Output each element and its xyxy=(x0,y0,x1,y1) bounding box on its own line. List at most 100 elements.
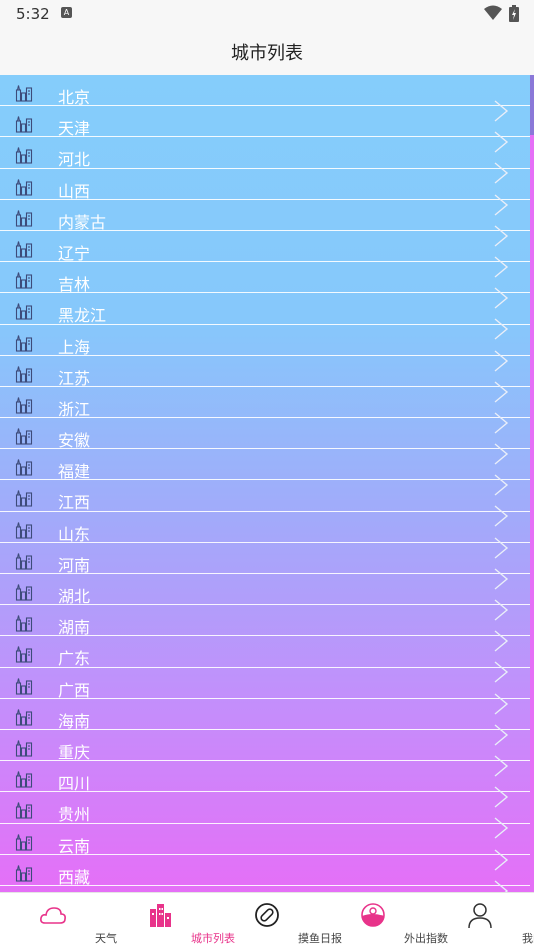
city-list[interactable]: 北京天津河北山西内蒙古辽宁吉林黑龙江上海江苏浙江安徽福建江西山东河南湖北湖南广东… xyxy=(0,75,530,892)
person-icon xyxy=(465,901,495,929)
city-buildings-icon xyxy=(15,458,33,476)
city-list-item[interactable]: 江苏 xyxy=(0,356,530,403)
city-name: 海南 xyxy=(58,711,91,731)
city-list-item[interactable]: 海南 xyxy=(0,699,530,746)
city-buildings-icon xyxy=(15,489,33,507)
city-name: 内蒙古 xyxy=(58,212,107,232)
city-name: 浙江 xyxy=(58,399,91,419)
city-buildings-icon xyxy=(15,84,33,102)
city-list-item[interactable]: 西藏 xyxy=(0,855,530,892)
city-list-item[interactable]: 浙江 xyxy=(0,387,530,434)
city-list-item[interactable]: 北京 xyxy=(0,75,530,122)
city-list-item[interactable]: 湖北 xyxy=(0,574,530,621)
status-time: 5:32 xyxy=(16,5,50,23)
city-buildings-icon xyxy=(15,146,33,164)
tab-1[interactable]: 城市列表 xyxy=(107,893,235,951)
city-name: 江西 xyxy=(58,493,91,513)
city-buildings-icon xyxy=(15,334,33,352)
city-name: 吉林 xyxy=(58,275,91,295)
city-buildings-icon xyxy=(15,614,33,632)
city-list-item[interactable]: 四川 xyxy=(0,761,530,808)
city-name: 安徽 xyxy=(58,431,91,451)
city-buildings-icon xyxy=(15,521,33,539)
city-buildings-icon xyxy=(15,240,33,258)
city-list-item[interactable]: 山西 xyxy=(0,169,530,216)
city-buildings-icon xyxy=(15,302,33,320)
city-name: 广东 xyxy=(58,649,91,669)
city-list-item[interactable]: 辽宁 xyxy=(0,231,530,278)
tab-2[interactable]: 摸鱼日报 xyxy=(214,893,342,951)
city-name: 湖北 xyxy=(58,587,91,606)
city-list-item[interactable]: 河南 xyxy=(0,543,530,590)
city-list-item[interactable]: 福建 xyxy=(0,449,530,496)
battery-icon xyxy=(509,5,519,22)
sun-horizon-icon xyxy=(358,901,388,929)
city-buildings-icon xyxy=(15,583,33,601)
page-title: 城市列表 xyxy=(231,43,303,64)
city-name: 山西 xyxy=(58,181,91,201)
city-buildings-icon xyxy=(15,708,33,726)
city-list-item[interactable]: 江西 xyxy=(0,480,530,527)
city-name: 天津 xyxy=(58,119,91,139)
city-name: 湖南 xyxy=(58,618,91,638)
city-name: 重庆 xyxy=(58,742,91,762)
scrollbar[interactable] xyxy=(530,75,534,892)
bottom-tab-bar: 天气城市列表摸鱼日报外出指数我的 xyxy=(0,892,534,951)
city-name: 四川 xyxy=(58,774,91,794)
city-buildings-icon xyxy=(15,552,33,570)
city-name: 黑龙江 xyxy=(58,306,107,326)
city-buildings-icon xyxy=(145,901,175,929)
city-buildings-icon xyxy=(15,864,33,882)
city-list-item[interactable]: 河北 xyxy=(0,137,530,184)
city-list-item[interactable]: 云南 xyxy=(0,824,530,871)
city-name: 贵州 xyxy=(58,805,91,825)
city-name: 辽宁 xyxy=(58,243,91,263)
city-list-item[interactable]: 吉林 xyxy=(0,262,530,309)
tab-4[interactable]: 我的 xyxy=(427,893,534,951)
status-bar: 5:32 A xyxy=(0,0,534,28)
city-list-item[interactable]: 广西 xyxy=(0,668,530,715)
city-name: 福建 xyxy=(58,462,91,482)
city-name: 上海 xyxy=(58,337,91,357)
title-bar: 城市列表 xyxy=(0,28,534,75)
city-buildings-icon xyxy=(15,365,33,383)
city-list-item[interactable]: 黑龙江 xyxy=(0,293,530,340)
city-list-item[interactable]: 安徽 xyxy=(0,418,530,465)
wifi-icon xyxy=(484,5,502,20)
city-list-item[interactable]: 贵州 xyxy=(0,792,530,839)
city-name: 西藏 xyxy=(58,867,91,887)
tab-label: 我的 xyxy=(522,932,534,945)
city-name: 云南 xyxy=(58,836,91,856)
city-name: 北京 xyxy=(58,88,91,107)
city-buildings-icon xyxy=(15,739,33,757)
city-buildings-icon xyxy=(15,271,33,289)
city-buildings-icon xyxy=(15,178,33,196)
city-buildings-icon xyxy=(15,833,33,851)
city-list-item[interactable]: 上海 xyxy=(0,325,530,372)
city-list-item[interactable]: 重庆 xyxy=(0,730,530,777)
city-list-item[interactable]: 湖南 xyxy=(0,605,530,652)
city-list-item[interactable]: 广东 xyxy=(0,636,530,683)
tab-0[interactable]: 天气 xyxy=(0,893,117,951)
city-list-item[interactable]: 内蒙古 xyxy=(0,200,530,247)
city-list-item[interactable]: 山东 xyxy=(0,512,530,559)
city-buildings-icon xyxy=(15,801,33,819)
tab-3[interactable]: 外出指数 xyxy=(320,893,448,951)
city-name: 江苏 xyxy=(58,368,91,388)
cloud-icon xyxy=(38,901,68,929)
notification-icon: A xyxy=(61,7,72,18)
city-buildings-icon xyxy=(15,115,33,133)
city-name: 河北 xyxy=(58,150,91,170)
scrollbar-thumb[interactable] xyxy=(530,75,534,135)
city-list-item[interactable]: 天津 xyxy=(0,106,530,153)
city-buildings-icon xyxy=(15,396,33,414)
city-name: 山东 xyxy=(58,524,91,544)
city-name: 河南 xyxy=(58,555,91,575)
city-buildings-icon xyxy=(15,209,33,227)
city-buildings-icon xyxy=(15,645,33,663)
bandage-icon xyxy=(252,901,282,929)
city-buildings-icon xyxy=(15,677,33,695)
city-name: 广西 xyxy=(58,680,91,700)
city-buildings-icon xyxy=(15,770,33,788)
city-buildings-icon xyxy=(15,427,33,445)
